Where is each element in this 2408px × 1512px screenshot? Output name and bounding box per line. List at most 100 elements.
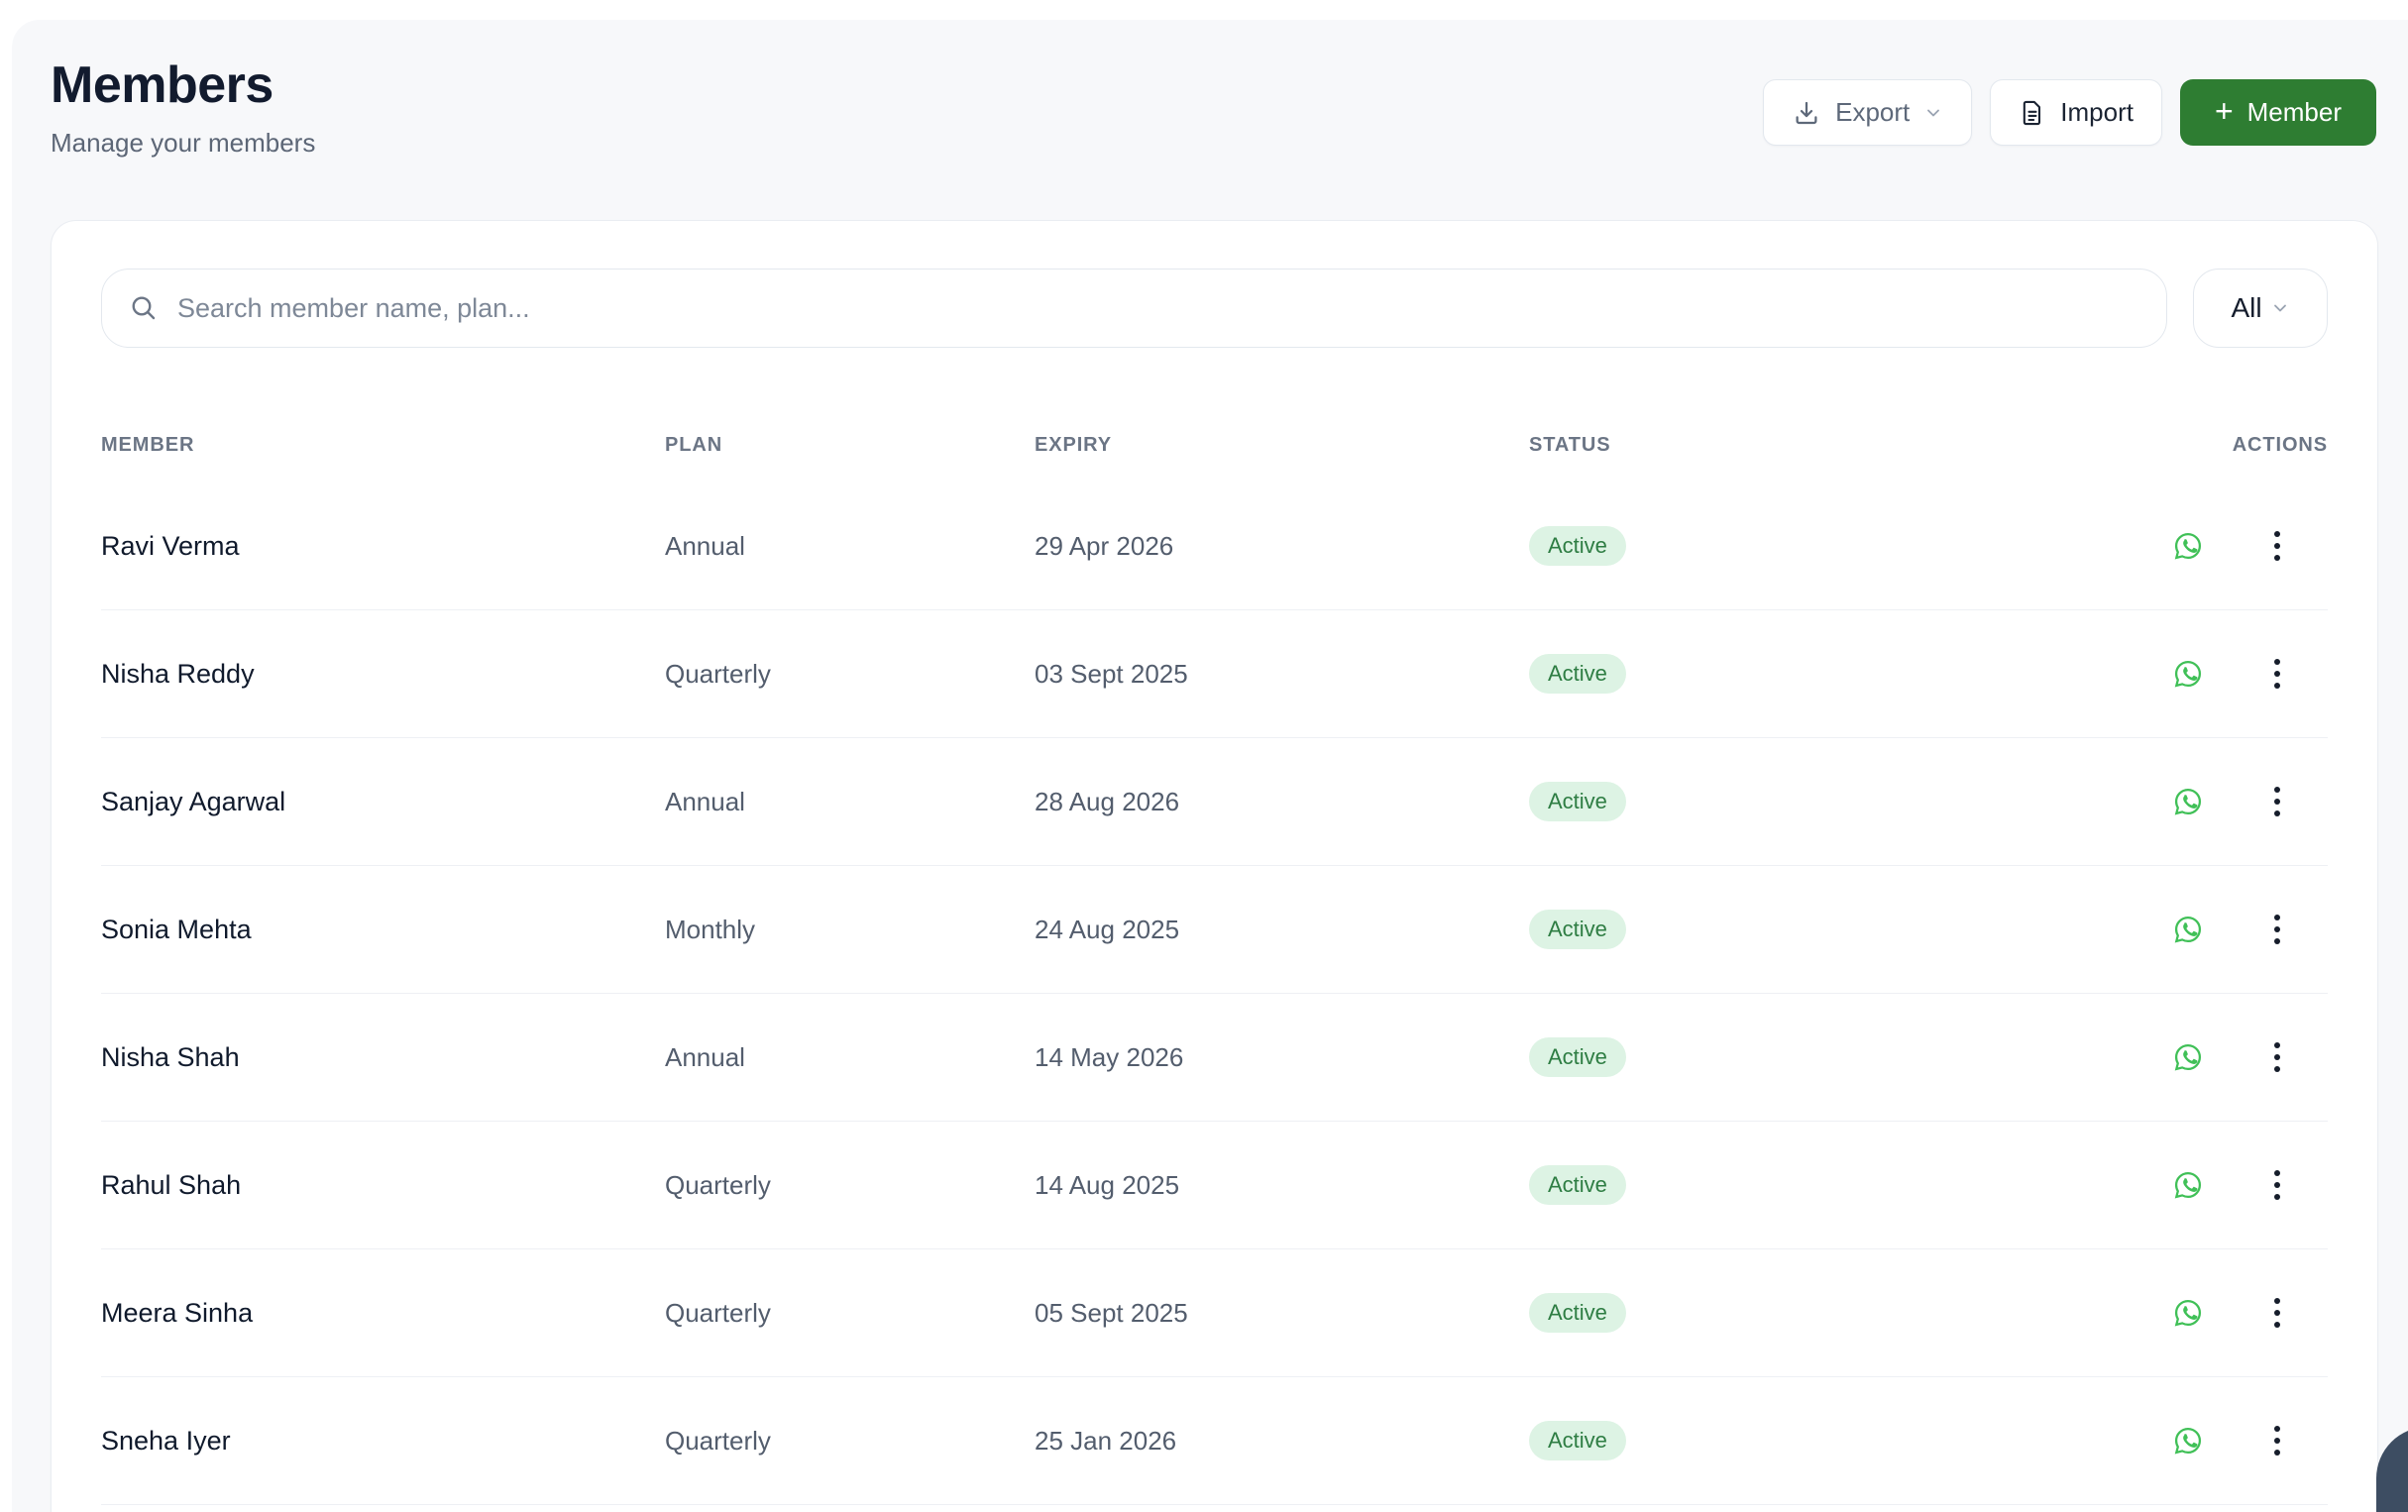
kebab-menu-icon[interactable] (2270, 783, 2284, 820)
whatsapp-icon[interactable] (2171, 529, 2205, 563)
whatsapp-icon[interactable] (2171, 1296, 2205, 1330)
floating-corner-widget[interactable] (2376, 1427, 2408, 1512)
member-status-cell: Active (1529, 1421, 2133, 1460)
whatsapp-icon[interactable] (2171, 785, 2205, 818)
kebab-menu-icon[interactable] (2270, 1294, 2284, 1332)
member-expiry: 28 Aug 2026 (1035, 787, 1529, 817)
column-header-plan: PLAN (665, 434, 1035, 457)
status-badge: Active (1529, 526, 1626, 566)
member-plan: Monthly (665, 915, 1035, 945)
member-plan: Quarterly (665, 659, 1035, 690)
row-actions (2133, 1422, 2328, 1459)
page-header: Members Manage your members Export (12, 20, 2408, 178)
search-icon (128, 292, 160, 324)
member-plan: Annual (665, 787, 1035, 817)
filter-all-label: All (2231, 292, 2261, 324)
table-row: Nisha Reddy Quarterly 03 Sept 2025 Activ… (101, 610, 2328, 738)
download-icon (1792, 98, 1821, 128)
status-badge: Active (1529, 910, 1626, 949)
column-header-actions: ACTIONS (2133, 434, 2328, 457)
member-status-cell: Active (1529, 1165, 2133, 1205)
whatsapp-icon[interactable] (2171, 1040, 2205, 1074)
member-name: Ravi Verma (101, 531, 665, 562)
kebab-menu-icon[interactable] (2270, 1422, 2284, 1459)
row-actions (2133, 783, 2328, 820)
column-header-expiry: EXPIRY (1035, 434, 1529, 457)
whatsapp-icon[interactable] (2171, 1168, 2205, 1202)
row-actions (2133, 1294, 2328, 1332)
chevron-down-icon (1923, 103, 1943, 123)
table-row: Sneha Iyer Quarterly 25 Jan 2026 Active (101, 1377, 2328, 1505)
status-badge: Active (1529, 1165, 1626, 1205)
member-name: Sonia Mehta (101, 915, 665, 945)
table-row: Sonia Mehta Monthly 24 Aug 2025 Active (101, 866, 2328, 994)
member-status-cell: Active (1529, 782, 2133, 821)
member-expiry: 03 Sept 2025 (1035, 659, 1529, 690)
kebab-menu-icon[interactable] (2270, 911, 2284, 948)
column-header-status: STATUS (1529, 434, 2133, 457)
app-content: Members Manage your members Export (12, 20, 2408, 1512)
member-expiry: 14 May 2026 (1035, 1042, 1529, 1073)
export-button-label: Export (1835, 97, 1910, 128)
member-status-cell: Active (1529, 910, 2133, 949)
member-plan: Quarterly (665, 1170, 1035, 1201)
member-name: Sneha Iyer (101, 1426, 665, 1457)
kebab-menu-icon[interactable] (2270, 527, 2284, 565)
member-name: Rahul Shah (101, 1170, 665, 1201)
row-actions (2133, 1038, 2328, 1076)
member-expiry: 29 Apr 2026 (1035, 531, 1529, 562)
file-icon (2019, 99, 2046, 127)
member-name: Nisha Reddy (101, 659, 665, 690)
member-expiry: 25 Jan 2026 (1035, 1426, 1529, 1457)
table-header: MEMBER PLAN EXPIRY STATUS ACTIONS (101, 417, 2328, 473)
member-plan: Annual (665, 531, 1035, 562)
status-badge: Active (1529, 1421, 1626, 1460)
row-actions (2133, 655, 2328, 693)
member-plan: Quarterly (665, 1298, 1035, 1329)
member-status-cell: Active (1529, 1293, 2133, 1333)
table-row: Nisha Shah Annual 14 May 2026 Active (101, 994, 2328, 1122)
member-name: Nisha Shah (101, 1042, 665, 1073)
members-card: All MEMBER PLAN EXPIRY STATUS ACTIONS Ra… (51, 220, 2378, 1512)
row-actions (2133, 1166, 2328, 1204)
member-name: Meera Sinha (101, 1298, 665, 1329)
whatsapp-icon[interactable] (2171, 913, 2205, 946)
member-expiry: 05 Sept 2025 (1035, 1298, 1529, 1329)
member-expiry: 14 Aug 2025 (1035, 1170, 1529, 1201)
plus-icon: + (2215, 95, 2234, 127)
table-row: Sanjay Agarwal Annual 28 Aug 2026 Active (101, 738, 2328, 866)
kebab-menu-icon[interactable] (2270, 655, 2284, 693)
member-plan: Annual (665, 1042, 1035, 1073)
kebab-menu-icon[interactable] (2270, 1166, 2284, 1204)
table-row: Rahul Shah Quarterly 14 Aug 2025 Active (101, 1122, 2328, 1249)
table-row: Meera Sinha Quarterly 05 Sept 2025 Activ… (101, 1249, 2328, 1377)
filter-row: All (101, 269, 2328, 348)
filter-all-dropdown[interactable]: All (2193, 269, 2328, 348)
toolbar: Export Import + Member (1763, 79, 2376, 146)
status-badge: Active (1529, 1037, 1626, 1077)
whatsapp-icon[interactable] (2171, 657, 2205, 691)
kebab-menu-icon[interactable] (2270, 1038, 2284, 1076)
member-name: Sanjay Agarwal (101, 787, 665, 817)
status-badge: Active (1529, 782, 1626, 821)
member-table-body: Ravi Verma Annual 29 Apr 2026 Active Nis… (101, 483, 2328, 1505)
row-actions (2133, 527, 2328, 565)
chevron-down-icon (2270, 298, 2290, 318)
member-status-cell: Active (1529, 1037, 2133, 1077)
search-box[interactable] (101, 269, 2167, 348)
import-button[interactable]: Import (1990, 79, 2162, 146)
status-badge: Active (1529, 654, 1626, 694)
row-actions (2133, 911, 2328, 948)
export-button[interactable]: Export (1763, 79, 1972, 146)
member-status-cell: Active (1529, 526, 2133, 566)
import-button-label: Import (2060, 97, 2134, 128)
member-expiry: 24 Aug 2025 (1035, 915, 1529, 945)
member-status-cell: Active (1529, 654, 2133, 694)
status-badge: Active (1529, 1293, 1626, 1333)
table-row: Ravi Verma Annual 29 Apr 2026 Active (101, 483, 2328, 610)
add-member-button[interactable]: + Member (2180, 79, 2376, 146)
column-header-member: MEMBER (101, 434, 665, 457)
whatsapp-icon[interactable] (2171, 1424, 2205, 1458)
search-input[interactable] (177, 270, 2140, 347)
add-member-label: Member (2247, 97, 2342, 128)
